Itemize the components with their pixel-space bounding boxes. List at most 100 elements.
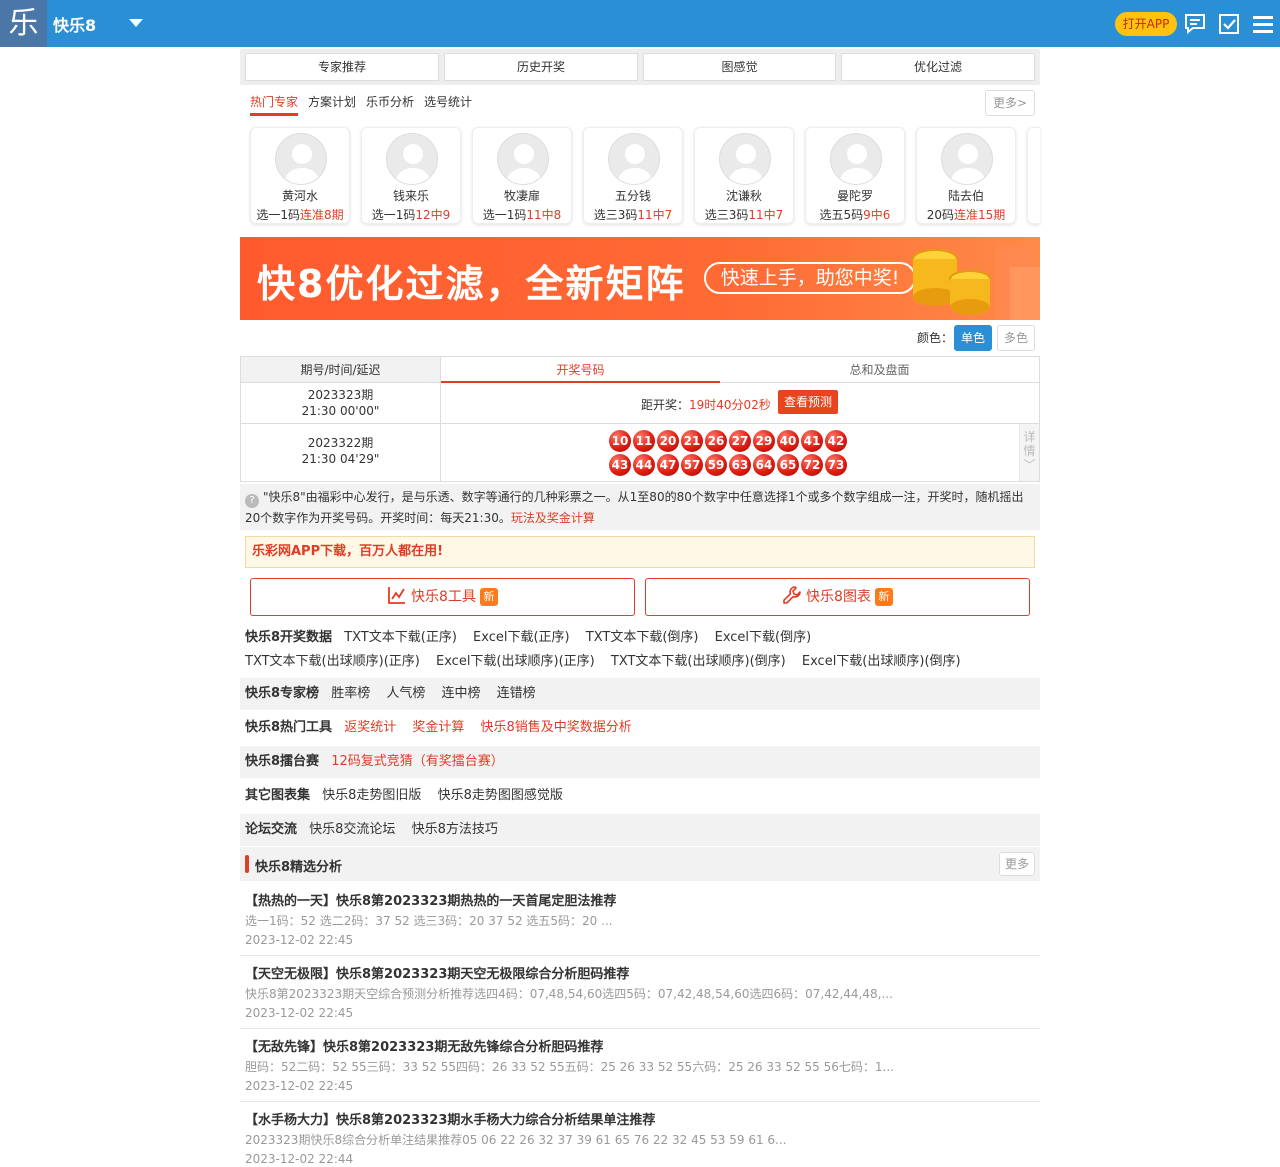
kl8-tools-button[interactable]: 快乐8工具新 xyxy=(250,578,635,616)
draw-ball: 21 xyxy=(681,430,703,452)
new-badge: 新 xyxy=(479,588,498,606)
nav-history-draws[interactable]: 历史开奖 xyxy=(444,53,638,81)
app-download-banner[interactable]: 乐彩网APP下载，百万人都在用! xyxy=(245,536,1035,568)
nav-chart-feel[interactable]: 图感觉 xyxy=(643,53,836,81)
rank-link[interactable]: 人气榜 xyxy=(386,686,425,701)
chart-line-icon xyxy=(388,587,406,604)
nav-expert-recommend[interactable]: 专家推荐 xyxy=(245,53,439,81)
expert-card[interactable]: 沈谦秋 选三3码11中7 xyxy=(694,127,794,224)
open-app-button[interactable]: 打开APP xyxy=(1115,12,1177,36)
other-charts-row: 其它图表集 快乐8走势图旧版 快乐8走势图图感觉版 xyxy=(245,788,563,803)
draw-ball: 43 xyxy=(609,454,631,476)
expert-card[interactable]: 五分钱 选三3码11中7 xyxy=(583,127,683,224)
download-link[interactable]: Excel下载(出球顺序)(正序) xyxy=(436,654,595,669)
forum-link[interactable]: 快乐8交流论坛 xyxy=(309,822,395,837)
tool-link[interactable]: 快乐8销售及中奖数据分析 xyxy=(481,720,632,735)
rank-link[interactable]: 连中榜 xyxy=(442,686,481,701)
forum-link[interactable]: 快乐8方法技巧 xyxy=(412,822,498,837)
article-title[interactable]: 【无敌先锋】快乐8第2023323期无敌先锋综合分析胆码推荐 xyxy=(245,1036,603,1055)
promo-banner[interactable]: 快8优化过滤，全新矩阵 快速上手，助您中奖! xyxy=(240,237,1040,320)
expert-card[interactable]: 黄河水 选一1码连准8期 xyxy=(250,127,350,224)
tab-hot-experts[interactable]: 热门专家 xyxy=(250,93,298,110)
game-intro: ? "快乐8"由福彩中心发行，是与乐透、数字等通行的几种彩票之一。从1至80的80… xyxy=(240,484,1040,530)
avatar-placeholder-icon xyxy=(941,133,993,185)
rank-link[interactable]: 连错榜 xyxy=(497,686,536,701)
logo-icon[interactable]: 乐 xyxy=(0,0,47,47)
more-analysis-button[interactable]: 更多 xyxy=(999,852,1035,876)
expert-card[interactable]: 陆去伯 20码连准15期 xyxy=(916,127,1016,224)
countdown: 距开奖：19时40分02秒 xyxy=(641,398,771,412)
forum-row: 论坛交流 快乐8交流论坛 快乐8方法技巧 xyxy=(240,814,1040,846)
view-prediction-button[interactable]: 查看预测 xyxy=(778,390,838,414)
details-toggle[interactable]: 详 情 ﹀ xyxy=(1019,424,1039,481)
period-number: 2023322期 xyxy=(307,436,374,450)
color-single-button[interactable]: 单色 xyxy=(954,325,992,351)
expert-name: 陆去伯 xyxy=(947,189,984,203)
article-item[interactable]: 【天空无极限】快乐8第2023323期天空无极限综合分析胆码推荐 快乐8第2023… xyxy=(240,956,1040,1029)
article-title[interactable]: 【水手杨大力】快乐8第2023323期水手杨大力综合分析结果单注推荐 xyxy=(245,1109,655,1128)
avatar-placeholder-icon xyxy=(830,133,882,185)
more-experts-button[interactable]: 更多> xyxy=(985,90,1035,116)
checkbox-icon[interactable] xyxy=(1218,13,1240,35)
arena-link[interactable]: 12码复式竞猜（有奖擂台赛） xyxy=(331,754,504,769)
tab-number-stats[interactable]: 选号统计 xyxy=(424,93,472,110)
message-icon[interactable] xyxy=(1184,13,1206,35)
chevron-down-icon: ﹀ xyxy=(1023,458,1036,472)
article-snippet: 2023323期快乐8综合分析单注结果推荐05 06 22 26 32 37 3… xyxy=(245,1133,787,1147)
download-link[interactable]: TXT文本下载(出球顺序)(正序) xyxy=(245,654,420,669)
draw-ball: 42 xyxy=(825,430,847,452)
rules-link[interactable]: 玩法及奖金计算 xyxy=(511,511,595,525)
tab-draw-numbers[interactable]: 开奖号码 xyxy=(441,357,720,383)
article-title[interactable]: 【热热的一天】快乐8第2023323期热热的一天首尾定胆法推荐 xyxy=(245,890,616,909)
download-link[interactable]: TXT文本下载(出球顺序)(倒序) xyxy=(611,654,786,669)
avatar-placeholder-icon xyxy=(719,133,771,185)
color-multi-button[interactable]: 多色 xyxy=(997,325,1035,351)
download-link[interactable]: Excel下载(倒序) xyxy=(715,630,812,645)
menu-icon[interactable] xyxy=(1252,13,1274,35)
expert-name: 牧凄扉 xyxy=(503,189,540,203)
download-link[interactable]: TXT文本下载(倒序) xyxy=(586,630,699,645)
expert-stat: 选一1码11中8 xyxy=(482,208,562,222)
draw-ball: 59 xyxy=(705,454,727,476)
avatar-placeholder-icon xyxy=(386,133,438,185)
expert-card-partial[interactable] xyxy=(1027,127,1040,224)
article-item[interactable]: 【无敌先锋】快乐8第2023323期无敌先锋综合分析胆码推荐 胆码：52二码：52… xyxy=(240,1029,1040,1102)
arena-row: 快乐8擂台赛 12码复式竞猜（有奖擂台赛） xyxy=(240,746,1040,778)
article-title[interactable]: 【天空无极限】快乐8第2023323期天空无极限综合分析胆码推荐 xyxy=(245,963,629,982)
download-link[interactable]: Excel下载(出球顺序)(倒序) xyxy=(802,654,961,669)
chart-link[interactable]: 快乐8走势图图感觉版 xyxy=(438,788,563,803)
caret-down-icon[interactable] xyxy=(129,19,143,27)
expert-name: 曼陀罗 xyxy=(836,189,873,203)
expert-card[interactable]: 钱来乐 选一1码12中9 xyxy=(361,127,461,224)
article-date: 2023-12-02 22:45 xyxy=(245,1079,354,1093)
draw-table: 期号/时间/延迟 开奖号码 总和及盘面 2023323期 21:30 00'00… xyxy=(240,356,1040,482)
chart-link[interactable]: 快乐8走势图旧版 xyxy=(322,788,421,803)
period-column-header: 期号/时间/延迟 xyxy=(241,357,441,383)
tab-plans[interactable]: 方案计划 xyxy=(308,93,356,110)
expert-card[interactable]: 曼陀罗 选五5码9中6 xyxy=(805,127,905,224)
expert-name: 钱来乐 xyxy=(392,189,429,203)
help-icon: ? xyxy=(245,494,259,508)
draw-tabs: 开奖号码 总和及盘面 xyxy=(441,357,1039,383)
download-link[interactable]: Excel下载(正序) xyxy=(473,630,570,645)
download-link[interactable]: TXT文本下载(正序) xyxy=(344,630,457,645)
article-item[interactable]: 【水手杨大力】快乐8第2023323期水手杨大力综合分析结果单注推荐 202332… xyxy=(240,1102,1040,1167)
draw-ball: 57 xyxy=(681,454,703,476)
expert-name: 沈谦秋 xyxy=(725,189,762,203)
article-date: 2023-12-02 22:44 xyxy=(245,1152,354,1166)
app-title[interactable]: 快乐8 xyxy=(53,12,96,36)
expert-card[interactable]: 牧凄扉选一1码11中8 xyxy=(472,127,572,224)
tab-lebi-analysis[interactable]: 乐币分析 xyxy=(366,93,414,110)
last-period-cell: 2023322期 21:30 04'29" xyxy=(241,424,441,481)
avatar-placeholder-icon xyxy=(497,133,549,185)
tool-link[interactable]: 奖金计算 xyxy=(412,720,464,735)
rank-link[interactable]: 胜率榜 xyxy=(331,686,370,701)
tab-sum-board[interactable]: 总和及盘面 xyxy=(740,357,1019,383)
nav-optimize-filter[interactable]: 优化过滤 xyxy=(841,53,1035,81)
expert-name: 五分钱 xyxy=(614,189,651,203)
draw-ball: 65 xyxy=(777,454,799,476)
kl8-charts-button[interactable]: 快乐8图表新 xyxy=(645,578,1030,616)
article-item[interactable]: 【热热的一天】快乐8第2023323期热热的一天首尾定胆法推荐 选一1码：52 选… xyxy=(240,883,1040,956)
tool-link[interactable]: 返奖统计 xyxy=(344,720,396,735)
countdown-value: 19时40分02秒 xyxy=(689,398,771,412)
